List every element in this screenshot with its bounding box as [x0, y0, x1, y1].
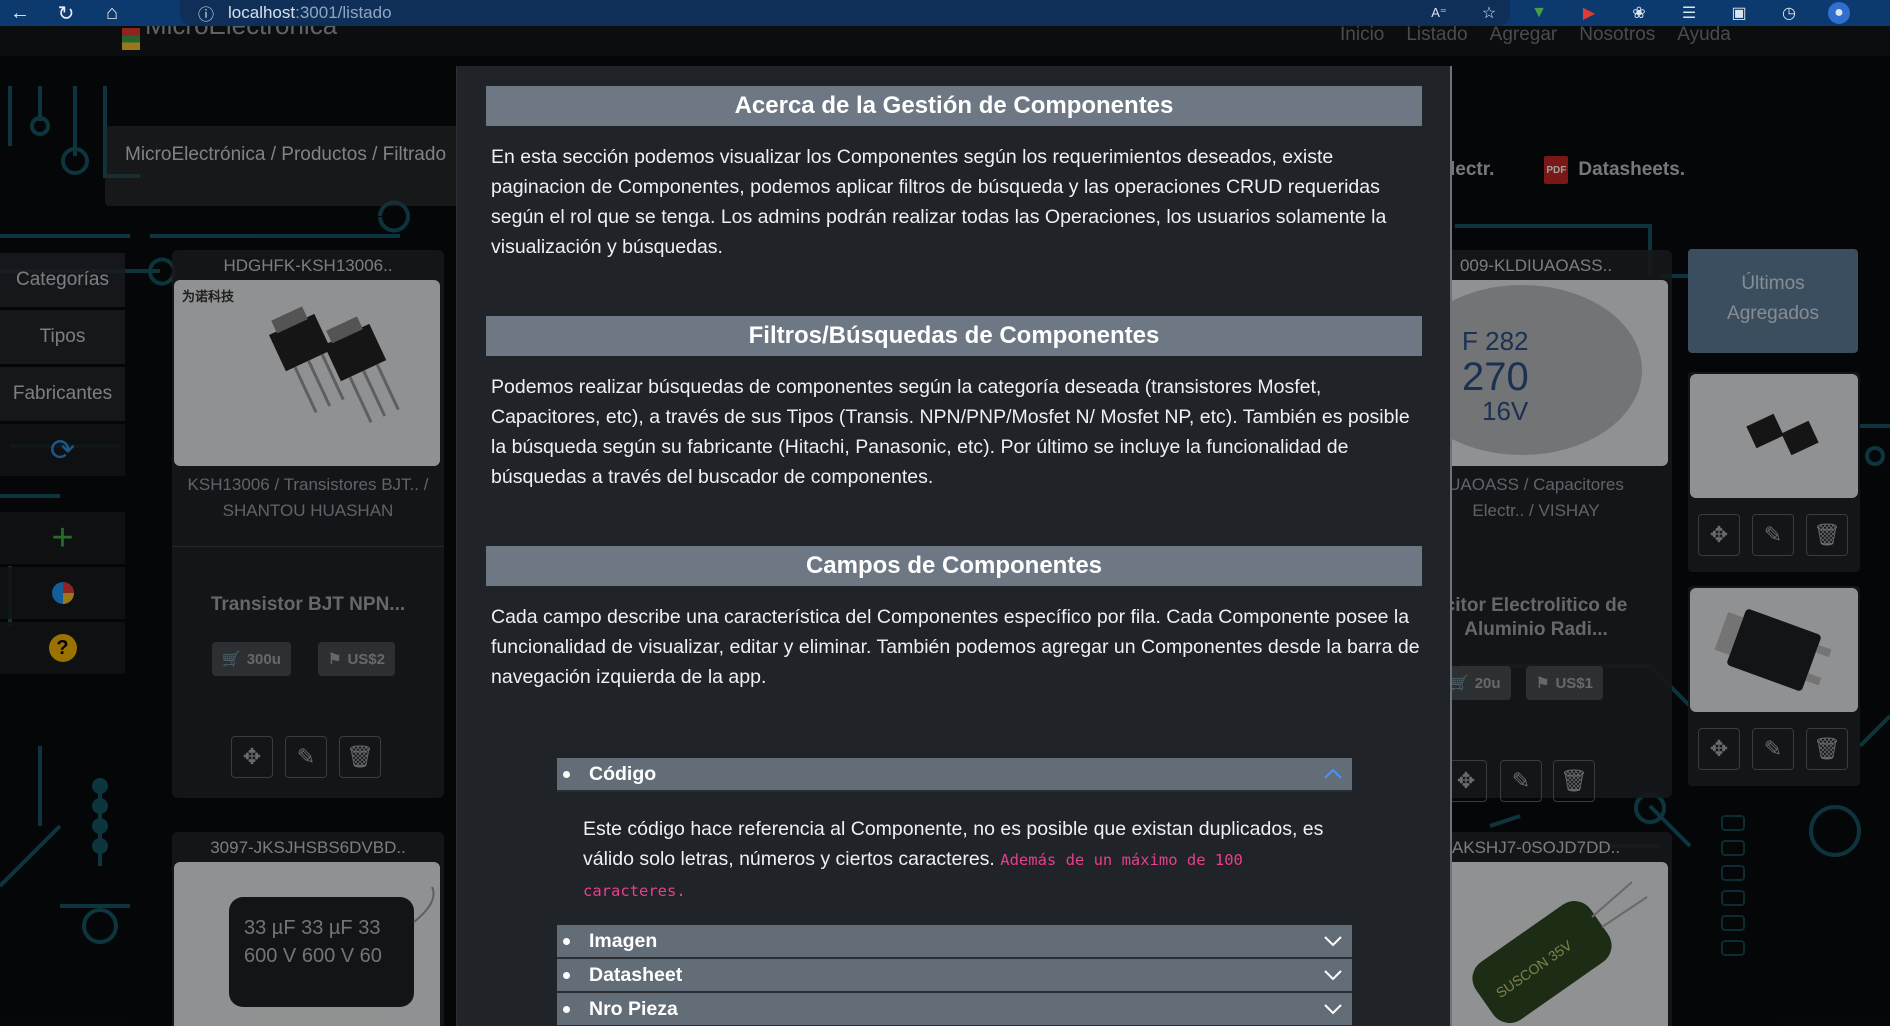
section-text-campos: Cada campo describe una característica d…	[491, 606, 1420, 688]
accordion-label: Nro Pieza	[589, 997, 678, 1020]
favorite-add-icon[interactable]: ☆	[1478, 2, 1500, 24]
chevron-up-icon	[1324, 768, 1342, 779]
accordion-body-codigo: Este código hace referencia al Component…	[557, 792, 1352, 925]
help-modal: Acerca de la Gestión de Componentes En e…	[456, 66, 1452, 1026]
accordion-label: Datasheet	[589, 963, 683, 986]
accordion-label: Código	[589, 762, 657, 785]
chevron-down-icon	[1324, 1004, 1342, 1015]
refresh-icon[interactable]: ↻	[46, 0, 86, 26]
accordion-header-nro-pieza[interactable]: Nro Pieza	[557, 993, 1352, 1026]
accordion-header-imagen[interactable]: Imagen	[557, 925, 1352, 959]
read-aloud-icon[interactable]: A⁼	[1428, 2, 1450, 24]
favorites-icon[interactable]: ☰	[1678, 2, 1700, 24]
home-icon[interactable]: ⌂	[92, 0, 132, 26]
shield-icon[interactable]: ▼	[1528, 2, 1550, 24]
fields-accordion: Código Este código hace referencia al Co…	[557, 758, 1352, 1026]
bullet-icon	[563, 770, 570, 778]
section-text-acerca: En esta sección podemos visualizar los C…	[491, 146, 1387, 258]
accordion-label: Imagen	[589, 929, 658, 952]
accordion-header-codigo[interactable]: Código	[557, 758, 1352, 792]
section-title-filtros: Filtros/Búsquedas de Componentes	[486, 316, 1422, 356]
extensions-icon[interactable]: ❀	[1628, 2, 1650, 24]
accordion-header-datasheet[interactable]: Datasheet	[557, 959, 1352, 993]
address-bar[interactable]: ⓘ localhost:3001/listado	[180, 0, 1510, 26]
youtube-icon[interactable]: ▶	[1578, 2, 1600, 24]
section-title-campos: Campos de Componentes	[486, 546, 1422, 586]
history-icon[interactable]: ◷	[1778, 2, 1800, 24]
profile-avatar-icon[interactable]: ●	[1828, 2, 1850, 24]
info-icon[interactable]: ⓘ	[198, 1, 214, 25]
chevron-down-icon	[1324, 936, 1342, 947]
bullet-icon	[563, 937, 570, 945]
section-text-filtros: Podemos realizar búsquedas de componente…	[491, 376, 1410, 488]
bullet-icon	[563, 1005, 570, 1013]
chevron-down-icon	[1324, 970, 1342, 981]
url-text: localhost:3001/listado	[228, 3, 392, 22]
browser-toolbar: ← ↻ ⌂ ⓘ localhost:3001/listado A⁼ ☆ ▼ ▶ …	[0, 0, 1890, 26]
back-icon[interactable]: ←	[0, 0, 40, 26]
bullet-icon	[563, 971, 570, 979]
section-title-acerca: Acerca de la Gestión de Componentes	[486, 86, 1422, 126]
collections-icon[interactable]: ▣	[1728, 2, 1750, 24]
